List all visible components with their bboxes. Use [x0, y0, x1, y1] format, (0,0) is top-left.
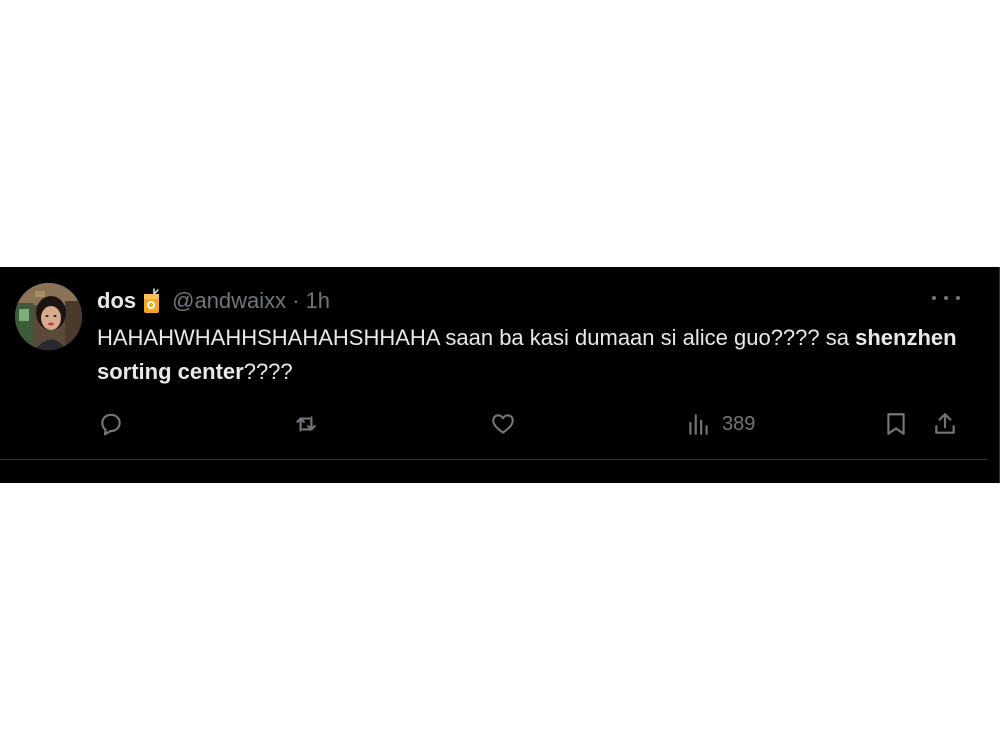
share-button[interactable]: [932, 411, 958, 437]
user-handle[interactable]: @andwaixx: [172, 288, 286, 314]
more-dot: [956, 296, 960, 300]
more-dot: [932, 296, 936, 300]
reply-icon: [101, 413, 121, 436]
reply-button[interactable]: [98, 411, 124, 437]
views-button[interactable]: 389: [686, 411, 755, 437]
tweet-card[interactable]: dos @andwaixx · 1h HAHAHWHAHHSHAHAHSHHAH…: [0, 267, 1000, 483]
timestamp[interactable]: 1h: [306, 288, 330, 314]
display-name[interactable]: dos: [97, 288, 136, 314]
more-dot: [944, 296, 948, 300]
tweet-text-part2: ????: [243, 359, 293, 384]
bookmark-button[interactable]: [883, 411, 909, 437]
tweet-divider: [0, 459, 988, 460]
juice-box-icon: [142, 288, 162, 314]
like-icon: [492, 414, 514, 434]
tweet-header: dos @andwaixx · 1h: [97, 287, 330, 315]
bookmark-icon: [887, 413, 905, 435]
more-options-icon[interactable]: [932, 291, 960, 305]
header-separator: ·: [292, 288, 300, 313]
tweet-text: HAHAHWHAHHSHAHAHSHHAHA saan ba kasi duma…: [97, 321, 977, 389]
retweet-icon: [296, 416, 316, 432]
views-icon: [689, 414, 708, 435]
share-icon: [935, 413, 955, 434]
tweet-text-part1: HAHAHWHAHHSHAHAHSHHAHA saan ba kasi duma…: [97, 325, 856, 350]
views-count: 389: [722, 412, 756, 435]
like-button[interactable]: [490, 411, 516, 437]
avatar[interactable]: [15, 283, 82, 350]
retweet-button[interactable]: [293, 411, 319, 437]
